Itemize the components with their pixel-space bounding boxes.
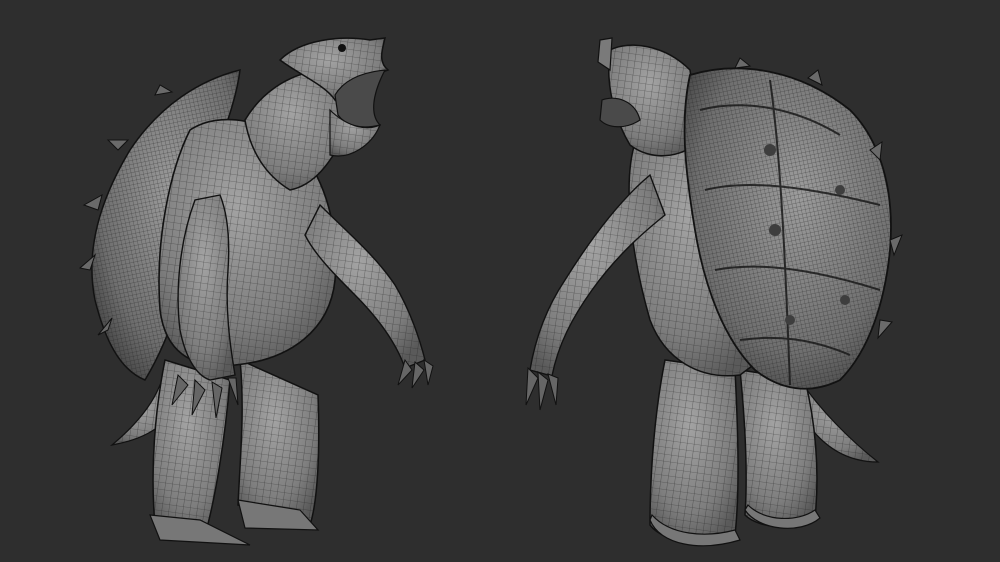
render-viewport xyxy=(0,0,1000,562)
turtle-mesh-render xyxy=(0,0,1000,562)
eye-front xyxy=(338,44,346,52)
